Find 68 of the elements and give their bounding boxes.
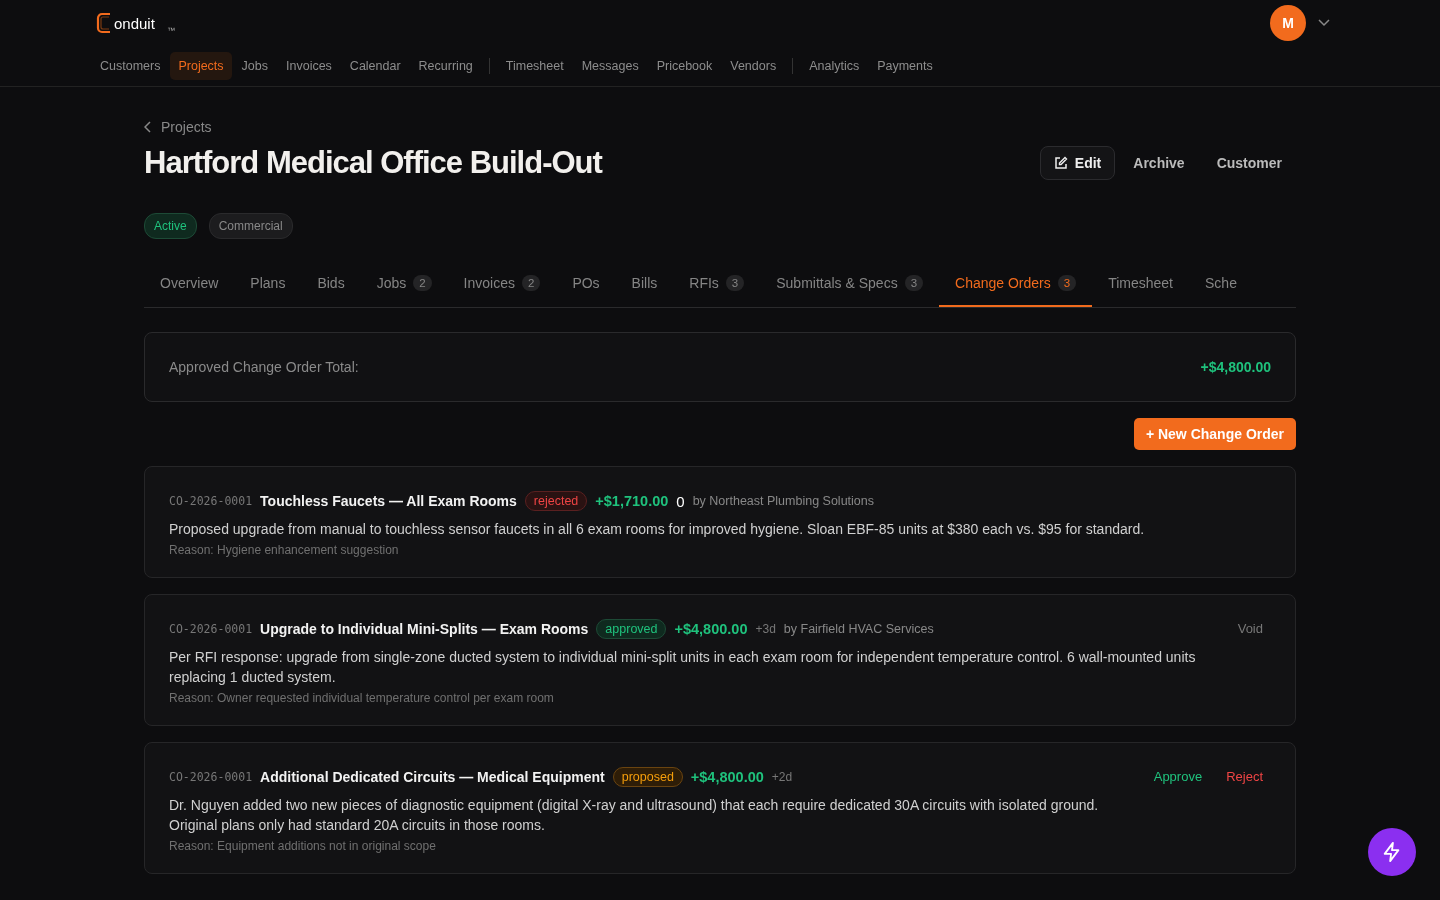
status-badge: rejected [524,491,588,511]
tag-badge: Active [144,213,197,239]
tab[interactable]: Bills [615,261,674,307]
tab[interactable]: Bids [301,261,361,307]
nav-link[interactable]: Timesheet [497,52,572,80]
tab[interactable]: Sche [1189,261,1253,307]
change-order-action-button[interactable]: Reject [1218,767,1271,786]
edit-icon [1053,156,1068,170]
change-order-number: CO-2026-0001 [169,622,253,636]
change-order-description: Per RFI response: upgrade from single-zone ducted system to individual mini-split units in each exam room for independent temperature control. 6 wall-mounted units replacing 1 ducted system. [169,648,1197,687]
brand-name: onduit [114,14,155,32]
trademark: ™ [166,25,175,35]
change-order-description: Dr. Nguyen added two new pieces of diagnostic equipment (digital X-ray and ultrasound) that each require dedicated 30A circuits with isolated ground. Original plans only had standard 20A circuits in those rooms. [169,796,1100,835]
nav-link[interactable]: Messages [573,52,647,80]
nav-link[interactable]: Analytics [801,52,868,80]
change-order-amount: +$4,800.00 [690,769,764,785]
edit-button[interactable]: Edit [1039,146,1116,180]
change-order-description: Proposed upgrade from manual to touchless sensor faucets in all 6 exam rooms for improved hygiene. Sloan EBF-85 units at $380 each vs. $95 for standard. [169,520,1145,539]
change-order-number: CO-2026-0001 [169,494,253,508]
tab[interactable]: Submittals & Specs 3 [760,261,940,307]
tab[interactable]: POs [556,261,616,307]
tab[interactable]: RFIs 3 [673,261,761,307]
change-order-reason: Reason: Equipment additions not in original scope [169,839,437,853]
change-order-title: Upgrade to Individual Mini-Splits — Exam Rooms [260,621,589,637]
vendor-text: by Northeast Plumbing Solutions [692,494,874,508]
duration-text: +2d [771,770,793,784]
tab[interactable]: Jobs 2 [360,261,448,307]
project-title: Hartford Medical Office Build-Out [144,145,602,181]
tab[interactable]: Plans [234,261,302,307]
nav-link[interactable]: Vendors [722,52,785,80]
vendor-text: by Fairfield HVAC Services [783,622,934,636]
change-order-amount: +$1,710.00 [595,493,669,509]
change-order-title: Touchless Faucets — All Exam Rooms [260,493,517,509]
back-link[interactable]: Projects [144,119,212,135]
nav-link[interactable]: Payments [869,52,941,80]
nav-link[interactable]: Recurring [410,52,481,80]
logo-icon [96,12,112,34]
change-order-action-button[interactable]: Approve [1145,767,1211,786]
status-badge: proposed [612,767,683,787]
change-order-title: Additional Dedicated Circuits — Medical Equipment [260,769,605,785]
lightning-icon[interactable] [1368,828,1416,876]
status-badge: approved [596,619,667,639]
user-avatar[interactable]: M [1270,5,1306,41]
header-action-button[interactable]: Customer [1202,147,1296,179]
tab[interactable]: Overview [144,261,235,307]
nav-link[interactable]: Invoices [278,52,340,80]
summary-total: +$4,800.00 [1200,359,1271,375]
nav-link[interactable]: Customers [96,52,169,80]
tab[interactable]: Invoices 2 [447,261,557,307]
nav-link[interactable]: Pricebook [648,52,721,80]
chevron-left-icon [144,121,152,133]
nav-link[interactable]: Calendar [341,52,409,80]
change-order-action-button[interactable]: Void [1229,619,1271,638]
tag-badge: Commercial [208,213,293,239]
summary-label: Approved Change Order Total: [169,359,359,375]
tab[interactable]: Timesheet [1092,261,1189,307]
new-change-order-button[interactable]: + New Change Order [1133,418,1296,450]
duration-text: 0 [676,492,685,510]
change-order-amount: +$4,800.00 [674,621,748,637]
header-action-button[interactable]: Archive [1119,147,1199,179]
change-order-number: CO-2026-0001 [169,770,253,784]
duration-text: +3d [755,622,776,636]
chevron-down-icon[interactable] [1318,19,1330,27]
tab[interactable]: Change Orders 3 [939,261,1093,307]
nav-link[interactable]: Jobs [233,52,276,80]
change-order-reason: Reason: Hygiene enhancement suggestion [169,543,400,557]
nav-link[interactable]: Projects [170,52,232,80]
change-order-reason: Reason: Owner requested individual temperature control per exam room [169,691,555,705]
